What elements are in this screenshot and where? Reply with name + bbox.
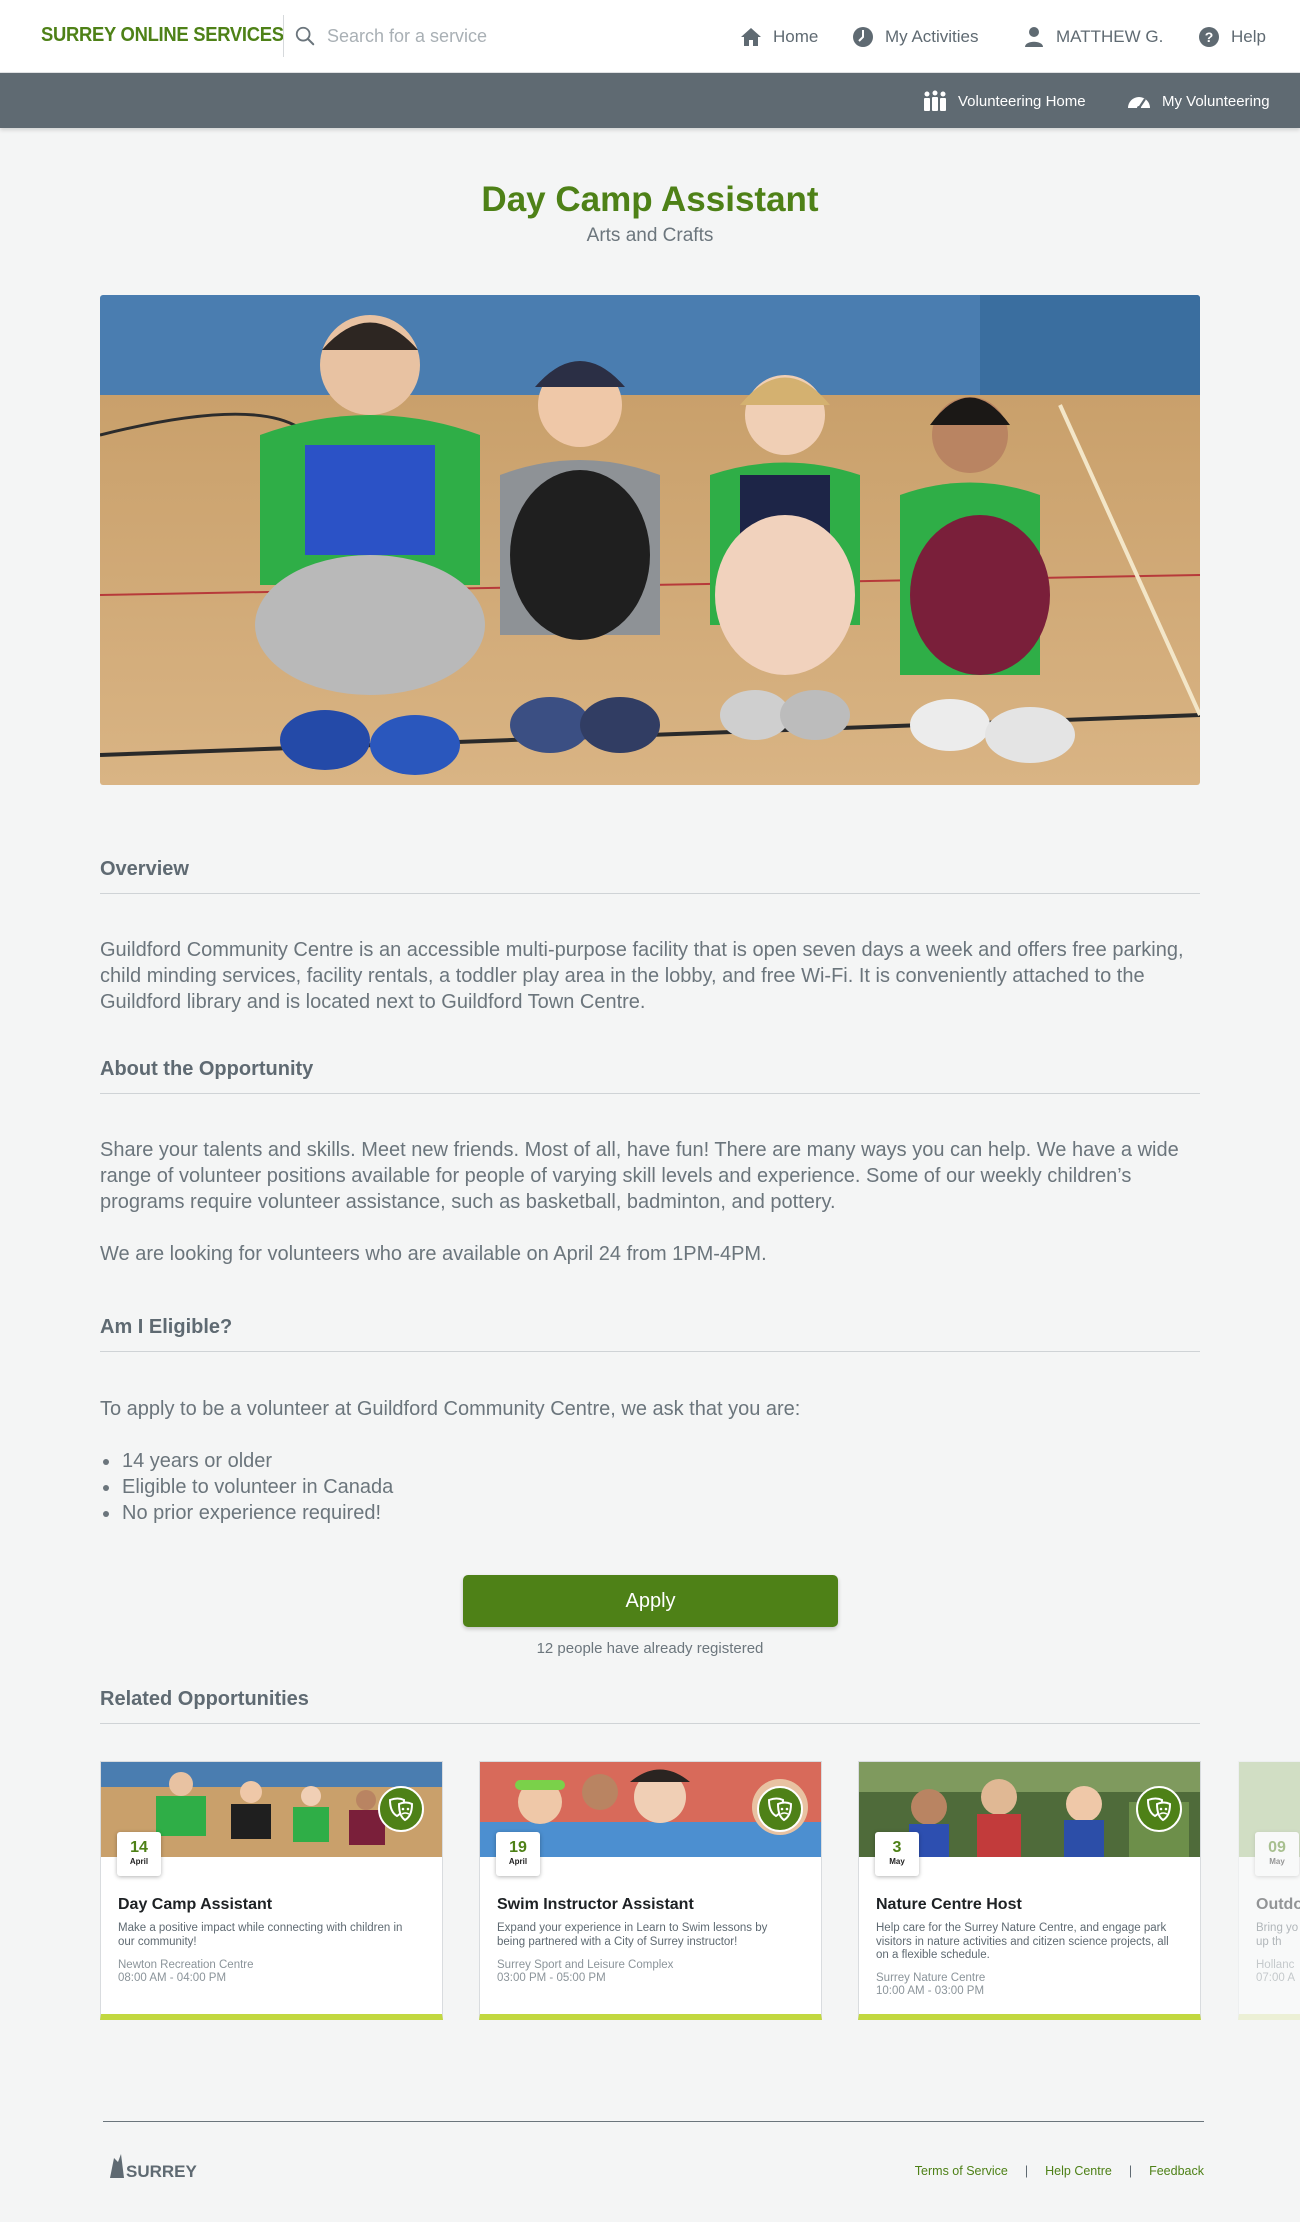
eligibility-list: 14 years or older Eligible to volunteer … [100, 1448, 1200, 1526]
footer-separator: | [1024, 2164, 1029, 2178]
card-title: Nature Centre Host [876, 1896, 1022, 1913]
apply-button[interactable]: Apply [463, 1575, 838, 1627]
page-subtitle: Arts and Crafts [586, 225, 714, 246]
theatre-masks-icon [1136, 1786, 1182, 1832]
card-description: Bring yo fill up th [1256, 1922, 1300, 1948]
top-header: SURREY ONLINE SERVICES Home My Activitie… [0, 0, 1300, 73]
card-date-badge: 19 April [496, 1832, 540, 1876]
card-date-badge: 3 May [875, 1832, 919, 1876]
nav-my-activities[interactable]: My Activities [851, 24, 979, 50]
footer-divider [103, 2121, 1204, 2122]
theatre-masks-icon [757, 1786, 803, 1832]
brand-logo[interactable]: SURREY ONLINE SERVICES [41, 24, 284, 47]
card-date-day: 3 [892, 1839, 902, 1856]
card-date-badge: 14 April [117, 1832, 161, 1876]
eligibility-item: Eligible to volunteer in Canada [100, 1474, 1200, 1500]
footer-links: Terms of Service | Help Centre | Feedbac… [915, 2164, 1204, 2178]
card-time: 08:00 AM - 04:00 PM [118, 1972, 227, 1984]
overview-heading: Overview [100, 858, 1200, 894]
eligibility-item: 14 years or older [100, 1448, 1200, 1474]
card-date-day: 09 [1268, 1839, 1286, 1856]
nav-user-account[interactable]: MATTHEW G. [1022, 24, 1163, 50]
card-date-month: May [1269, 1857, 1285, 1866]
subnav-volunteering-home-label: Volunteering Home [958, 92, 1086, 110]
related-heading: Related Opportunities [100, 1688, 1200, 1724]
header-divider [283, 15, 284, 57]
surrey-logo-icon: SURREY [110, 2154, 198, 2181]
card-location: Hollanc [1256, 1959, 1295, 1971]
clock-icon [853, 27, 873, 47]
nav-user-name: MATTHEW G. [1056, 27, 1164, 46]
card-date-month: April [508, 1857, 528, 1866]
card-date-day: 14 [130, 1839, 148, 1856]
help-icon: ? [1199, 27, 1219, 47]
about-heading: About the Opportunity [100, 1058, 1200, 1094]
card-description: Make a positive impact while connecting … [118, 1922, 403, 1948]
card-location: Surrey Nature Centre [876, 1972, 986, 1984]
about-body: Share your talents and skills. Meet new … [100, 1139, 1179, 1213]
card-date-badge: 09 May [1255, 1832, 1299, 1876]
card-title: Swim Instructor Assistant [497, 1896, 694, 1913]
related-card[interactable]: 19 April Swim Instructor Assistant Expan… [479, 1761, 822, 2020]
page-title: Day Camp Assistant [481, 180, 819, 219]
card-date-day: 19 [509, 1839, 527, 1856]
nav-help-label: Help [1231, 27, 1266, 46]
card-location: Surrey Sport and Leisure Complex [497, 1959, 674, 1971]
card-date-month: April [129, 1857, 149, 1866]
nav-help[interactable]: ? Help [1197, 24, 1266, 50]
search-icon[interactable] [294, 25, 316, 47]
theatre-masks-icon [378, 1786, 424, 1832]
eligibility-item: No prior experience required! [100, 1500, 1200, 1526]
footer-link-feedback[interactable]: Feedback [1149, 2164, 1204, 2178]
hero-image [100, 295, 1200, 785]
footer-link-terms[interactable]: Terms of Service [915, 2164, 1008, 2178]
volunteers-icon [924, 90, 946, 111]
eligibility-heading: Am I Eligible? [100, 1316, 1200, 1352]
subnav-volunteering-home[interactable]: Volunteering Home [922, 89, 1086, 113]
overview-body: Guildford Community Centre is an accessi… [100, 939, 1184, 1013]
search-input[interactable] [327, 22, 587, 50]
card-description: Help care for the Surrey Nature Centre, … [876, 1922, 1169, 1961]
card-description: Expand your experience in Learn to Swim … [497, 1922, 768, 1948]
card-title: Outdo [1256, 1896, 1300, 1913]
gauge-icon [1128, 97, 1150, 110]
related-card[interactable]: 14 April Day Camp Assistant Make a posit… [100, 1761, 443, 2020]
related-card-partial[interactable]: 09 May Outdo Bring yo fill up th Hollanc… [1238, 1761, 1300, 2020]
card-time: 03:00 PM - 05:00 PM [497, 1972, 606, 1984]
footer-link-help-centre[interactable]: Help Centre [1045, 2164, 1112, 2178]
card-title: Day Camp Assistant [118, 1896, 273, 1913]
card-location: Newton Recreation Centre [118, 1959, 254, 1971]
nav-my-activities-label: My Activities [885, 27, 979, 46]
nav-home[interactable]: Home [739, 24, 818, 50]
registered-count: 12 people have already registered [536, 1640, 764, 1657]
footer-logo-text: SURREY [126, 2162, 198, 2181]
user-icon [1025, 27, 1043, 47]
related-card[interactable]: 3 May Nature Centre Host Help care for t… [858, 1761, 1201, 2020]
subnav-my-volunteering[interactable]: My Volunteering [1126, 89, 1270, 113]
card-time: 10:00 AM - 03:00 PM [876, 1985, 985, 1997]
eligibility-intro: To apply to be a volunteer at Guildford … [100, 1398, 801, 1420]
about-availability: We are looking for volunteers who are av… [100, 1243, 767, 1265]
footer-separator: | [1128, 2164, 1133, 2178]
city-of-surrey-logo[interactable]: SURREY [108, 2150, 203, 2184]
card-time: 07:00 A [1256, 1972, 1296, 1984]
subnav-my-volunteering-label: My Volunteering [1162, 92, 1270, 110]
volunteering-subnav: Volunteering Home My Volunteering [0, 73, 1300, 128]
home-icon [741, 28, 761, 46]
svg-text:?: ? [1205, 29, 1214, 45]
nav-home-label: Home [773, 27, 819, 46]
card-date-month: May [889, 1857, 905, 1866]
